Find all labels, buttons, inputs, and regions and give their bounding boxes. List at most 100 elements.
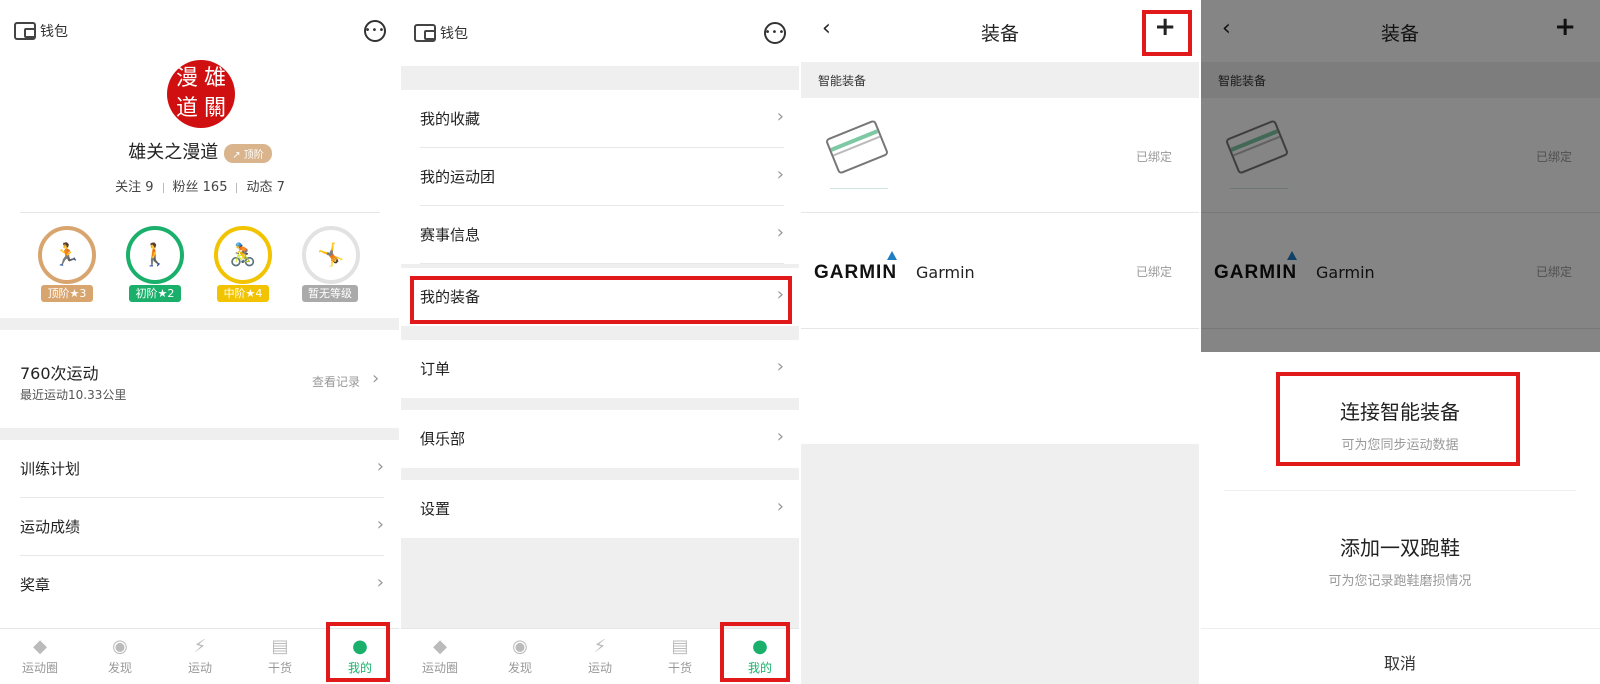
tab-label: 运动 bbox=[187, 660, 212, 675]
garmin-logo: GARMIN bbox=[814, 262, 898, 283]
panel-divider bbox=[1199, 0, 1201, 684]
tab-discover[interactable]: ◉ 发现 bbox=[80, 629, 160, 684]
tab-me[interactable]: ● 我的 bbox=[320, 629, 400, 684]
menu-medals[interactable]: 奖章 › bbox=[0, 556, 400, 614]
dim-overlay[interactable] bbox=[1200, 0, 1600, 352]
tab-sport-circle[interactable]: ◆ 运动圈 bbox=[400, 629, 480, 684]
empty-area bbox=[800, 444, 1200, 684]
sport-circle-icon: ◆ bbox=[33, 635, 47, 657]
tab-label: 运动圈 bbox=[21, 660, 58, 675]
tab-articles[interactable]: ▤ 干货 bbox=[240, 629, 320, 684]
walk-icon[interactable]: 🚶 bbox=[126, 226, 184, 284]
menu-clubs[interactable]: 俱乐部 › bbox=[400, 410, 800, 468]
level-label-bike: 中阶★4 bbox=[217, 285, 269, 302]
menu-events[interactable]: 赛事信息 › bbox=[400, 206, 800, 264]
chevron-right-icon: › bbox=[776, 356, 784, 377]
panel-divider bbox=[799, 0, 801, 684]
wallet-button[interactable]: 钱包 bbox=[14, 21, 68, 41]
menu-label: 奖章 bbox=[20, 576, 51, 594]
bound-status: 已绑定 bbox=[1135, 265, 1172, 279]
document-icon: ▤ bbox=[671, 635, 689, 657]
section-title: 智能装备 bbox=[800, 62, 1200, 98]
chevron-right-icon: › bbox=[776, 284, 784, 305]
menu-training-plan[interactable]: 训练计划 › bbox=[0, 440, 400, 498]
section-gap bbox=[0, 318, 400, 330]
message-icon[interactable]: ••• bbox=[364, 20, 386, 42]
cancel-button[interactable]: 取消 bbox=[1200, 650, 1600, 674]
person-icon: ● bbox=[352, 635, 368, 657]
add-icon[interactable]: + bbox=[1154, 12, 1176, 42]
tab-sport-circle[interactable]: ◆ 运动圈 bbox=[0, 629, 80, 684]
avatar[interactable]: 漫 雄 道 關 bbox=[167, 60, 235, 128]
option-subtitle: 可为您记录跑鞋磨损情况 bbox=[1328, 574, 1472, 589]
view-records-link[interactable]: 查看记录 bbox=[312, 373, 360, 390]
divider bbox=[1224, 490, 1576, 491]
menu-label: 我的运动团 bbox=[420, 168, 496, 186]
user-name-row: 雄关之漫道 ↗ 顶阶 bbox=[0, 138, 400, 164]
posts-count[interactable]: 动态 7 bbox=[246, 180, 284, 195]
level-label-walk: 初阶★2 bbox=[129, 285, 181, 302]
wallet-label: 钱包 bbox=[40, 24, 68, 40]
garmin-logo-icon bbox=[887, 251, 897, 260]
shoe-icon: ⚡ bbox=[193, 635, 207, 657]
tab-label: 发现 bbox=[107, 660, 132, 675]
wallet-icon bbox=[414, 24, 436, 42]
bound-status: 已绑定 bbox=[1135, 150, 1172, 164]
menu-my-equipment[interactable]: 我的装备 › bbox=[400, 268, 800, 326]
device-name: Garmin bbox=[916, 263, 975, 282]
tab-bar: ◆ 运动圈 ◉ 发现 ⚡ 运动 ▤ 干货 ● 我的 bbox=[0, 628, 400, 684]
sport-circle-icon: ◆ bbox=[433, 635, 447, 657]
user-stats: 关注 9 粉丝 165 动态 7 bbox=[0, 176, 400, 195]
profile-screen: 钱包 ••• 漫 雄 道 關 雄关之漫道 ↗ 顶阶 关注 9 粉丝 165 动态 7 … bbox=[0, 0, 400, 684]
menu-settings[interactable]: 设置 › bbox=[400, 480, 800, 538]
recent-distance: 最近运动10.33公里 bbox=[20, 388, 127, 402]
run-icon[interactable]: 🏃 bbox=[38, 226, 96, 284]
menu-results[interactable]: 运动成绩 › bbox=[0, 498, 400, 556]
discover-icon: ◉ bbox=[512, 635, 528, 657]
tab-discover[interactable]: ◉ 发现 bbox=[480, 629, 560, 684]
fans-count[interactable]: 粉丝 165 bbox=[173, 180, 228, 195]
divider bbox=[800, 212, 1200, 213]
tab-sport[interactable]: ⚡ 运动 bbox=[560, 629, 640, 684]
person-icon: ● bbox=[752, 635, 768, 657]
menu-orders[interactable]: 订单 › bbox=[400, 340, 800, 398]
divider bbox=[236, 182, 238, 193]
workout-count: 760次运动 bbox=[20, 364, 99, 383]
user-name: 雄关之漫道 bbox=[128, 142, 219, 163]
document-icon: ▤ bbox=[271, 635, 289, 657]
menu-label: 运动成绩 bbox=[20, 518, 81, 536]
tab-articles[interactable]: ▤ 干货 bbox=[640, 629, 720, 684]
menu-sport-groups[interactable]: 我的运动团 › bbox=[400, 148, 800, 206]
tab-me[interactable]: ● 我的 bbox=[720, 629, 800, 684]
chevron-right-icon: › bbox=[776, 496, 784, 517]
tab-label: 我的 bbox=[747, 660, 772, 675]
menu-favorites[interactable]: 我的收藏 › bbox=[400, 90, 800, 148]
fitness-icon[interactable]: 🤸 bbox=[302, 226, 360, 284]
discover-icon: ◉ bbox=[112, 635, 128, 657]
chevron-right-icon: › bbox=[376, 572, 384, 593]
message-icon[interactable]: ••• bbox=[764, 22, 786, 44]
top-bar: 钱包 ••• bbox=[400, 0, 800, 66]
menu-label: 我的装备 bbox=[420, 288, 481, 306]
avatar-char: 關 bbox=[203, 96, 226, 121]
avatar-char: 漫 bbox=[175, 66, 198, 91]
menu-label: 训练计划 bbox=[20, 460, 81, 478]
chevron-right-icon: › bbox=[376, 514, 384, 535]
top-bar: 钱包 ••• bbox=[0, 0, 400, 62]
divider bbox=[420, 263, 784, 264]
wallet-icon bbox=[14, 22, 36, 40]
divider bbox=[830, 188, 888, 189]
chevron-right-icon: › bbox=[776, 164, 784, 185]
option-subtitle: 可为您同步运动数据 bbox=[1341, 438, 1459, 453]
bike-icon[interactable]: 🚴 bbox=[214, 226, 272, 284]
tab-sport[interactable]: ⚡ 运动 bbox=[160, 629, 240, 684]
tab-label: 我的 bbox=[347, 660, 372, 675]
follow-count[interactable]: 关注 9 bbox=[115, 180, 153, 195]
option-title: 连接智能装备 bbox=[1340, 400, 1460, 424]
wallet-button[interactable]: 钱包 bbox=[414, 23, 468, 43]
header: ‹ 装备 + bbox=[800, 0, 1200, 62]
chevron-right-icon: › bbox=[776, 222, 784, 243]
me-menu-screen: 钱包 ••• 我的收藏 › 我的运动团 › 赛事信息 › 我的装备 › 订单 ›… bbox=[400, 0, 800, 684]
menu-label: 设置 bbox=[420, 500, 451, 518]
tab-label: 运动 bbox=[587, 660, 612, 675]
